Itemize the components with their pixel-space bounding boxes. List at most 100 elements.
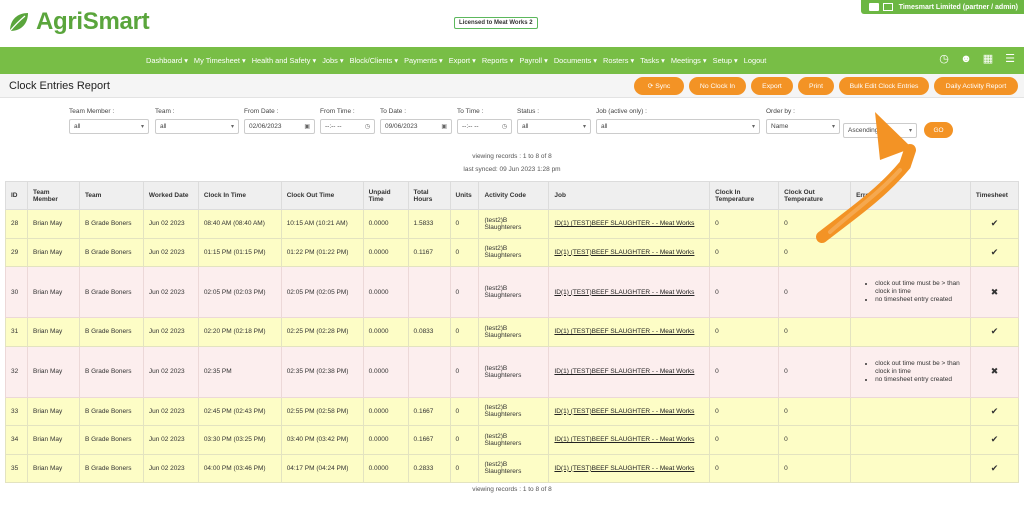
column-header: Timesheet xyxy=(969,181,1020,210)
cell-tout: 0 xyxy=(778,425,852,455)
column-header: Clock Out Temperature xyxy=(778,181,852,210)
calendar-icon: ▣ xyxy=(441,124,447,130)
cell-tin: 0 xyxy=(709,453,780,483)
cell-team: B Grade Boners xyxy=(78,396,144,426)
cell-activity: (test2)B Slaughterers xyxy=(478,396,550,426)
nav-item-health-and-safety[interactable]: Health and Safety ▾ xyxy=(252,56,317,65)
nav-item-documents[interactable]: Documents ▾ xyxy=(554,56,597,65)
print-button[interactable]: Print xyxy=(798,77,834,95)
users-icon[interactable]: ☻ xyxy=(960,53,972,65)
cell-job[interactable]: ID(1) (TEST)BEEF SLAUGHTER - - Meat Work… xyxy=(548,425,711,455)
cell-units: 0 xyxy=(449,237,480,267)
bulk-edit-clock-entries-button[interactable]: Bulk Edit Clock Entries xyxy=(839,77,929,95)
from-date-label: From Date : xyxy=(244,108,279,115)
table-row[interactable]: 28 Brian May B Grade Boners Jun 02 2023 08:4… xyxy=(5,209,1020,239)
chevron-down-icon: ▾ xyxy=(831,124,835,130)
clock-icon: ◷ xyxy=(501,124,507,130)
cell-tin: 0 xyxy=(709,425,780,455)
agrismart-logo[interactable]: AgriSmart xyxy=(6,8,150,36)
cell-total: 1.5833 xyxy=(407,209,451,239)
cell-tin: 0 xyxy=(709,396,780,426)
qr-icon[interactable]: ▦ xyxy=(982,53,994,65)
nav-item-my-timesheet[interactable]: My Timesheet ▾ xyxy=(194,56,246,65)
column-header: Team Member xyxy=(26,181,80,210)
nav-item-logout[interactable]: Logout xyxy=(744,56,767,65)
nav-item-reports[interactable]: Reports ▾ xyxy=(482,56,514,65)
company-badge[interactable]: Timesmart Limited (partner / admin) xyxy=(860,0,1024,14)
job-select[interactable]: all ▾ xyxy=(596,119,760,134)
cell-job[interactable]: ID(1) (TEST)BEEF SLAUGHTER - - Meat Work… xyxy=(548,317,711,347)
cell-job[interactable]: ID(1) (TEST)BEEF SLAUGHTER - - Meat Work… xyxy=(548,237,711,267)
cell-id: 34 xyxy=(5,425,28,455)
cell-date: Jun 02 2023 xyxy=(142,345,199,398)
order-direction-select[interactable]: Ascending ▾ xyxy=(843,123,917,138)
clock-icon[interactable]: ◷ xyxy=(938,53,950,65)
cell-job[interactable]: ID(1) (TEST)BEEF SLAUGHTER - - Meat Work… xyxy=(548,209,711,239)
table-row[interactable]: 30 Brian May B Grade Boners Jun 02 2023 02:0… xyxy=(5,266,1020,318)
to-time-input[interactable]: --:-- -- ◷ xyxy=(457,119,512,134)
job-label: Job (active only) : xyxy=(596,108,647,115)
nav-item-payments[interactable]: Payments ▾ xyxy=(404,56,443,65)
no-clock-in-button[interactable]: No Clock In xyxy=(689,77,746,95)
nav-item-export[interactable]: Export ▾ xyxy=(449,56,476,65)
go-button[interactable]: GO xyxy=(924,122,953,138)
cell-member: Brian May xyxy=(26,425,80,455)
check-icon: ✔ xyxy=(969,237,1020,267)
export-button[interactable]: Export xyxy=(751,77,793,95)
nav-item-meetings[interactable]: Meetings ▾ xyxy=(671,56,707,65)
cell-units: 0 xyxy=(449,453,480,483)
team-member-select[interactable]: all ▾ xyxy=(69,119,149,134)
envelope-icon[interactable] xyxy=(868,3,879,11)
error-item: no timesheet entry created xyxy=(875,296,965,304)
team-select[interactable]: all ▾ xyxy=(155,119,239,134)
team-label: Team : xyxy=(155,108,175,115)
cell-unpaid: 0.0000 xyxy=(362,345,409,398)
nav-item-rosters[interactable]: Rosters ▾ xyxy=(603,56,634,65)
chevron-down-icon: ▾ xyxy=(582,124,586,130)
cell-out: 10:15 AM (10:21 AM) xyxy=(280,209,364,239)
cell-out: 03:40 PM (03:42 PM) xyxy=(280,425,364,455)
cross-icon: ✖ xyxy=(969,266,1020,318)
nav-item-dashboard[interactable]: Dashboard ▾ xyxy=(146,56,188,65)
order-by-select[interactable]: Name ▾ xyxy=(766,119,840,134)
nav-item-jobs[interactable]: Jobs ▾ xyxy=(322,56,343,65)
check-icon: ✔ xyxy=(969,425,1020,455)
cell-errors xyxy=(850,209,971,239)
from-date-input[interactable]: 02/06/2023 ▣ xyxy=(244,119,315,134)
cell-member: Brian May xyxy=(26,237,80,267)
nav-item-setup[interactable]: Setup ▾ xyxy=(713,56,738,65)
table-row[interactable]: 33 Brian May B Grade Boners Jun 02 2023 02:4… xyxy=(5,396,1020,426)
cell-member: Brian May xyxy=(26,453,80,483)
table-row[interactable]: 32 Brian May B Grade Boners Jun 02 2023 02:3… xyxy=(5,345,1020,398)
cell-tin: 0 xyxy=(709,237,780,267)
daily-activity-report-button[interactable]: Daily Activity Report xyxy=(934,77,1018,95)
table-row[interactable]: 35 Brian May B Grade Boners Jun 02 2023 04:0… xyxy=(5,453,1020,483)
check-icon: ✔ xyxy=(969,317,1020,347)
from-time-input[interactable]: --:-- -- ◷ xyxy=(320,119,375,134)
cell-date: Jun 02 2023 xyxy=(142,453,199,483)
table-row[interactable]: 31 Brian May B Grade Boners Jun 02 2023 02:2… xyxy=(5,317,1020,347)
cell-job[interactable]: ID(1) (TEST)BEEF SLAUGHTER - - Meat Work… xyxy=(548,345,711,398)
table-row[interactable]: 29 Brian May B Grade Boners Jun 02 2023 01:1… xyxy=(5,237,1020,267)
cell-tout: 0 xyxy=(778,317,852,347)
cell-date: Jun 02 2023 xyxy=(142,266,199,318)
card-icon[interactable] xyxy=(882,3,893,11)
cell-units: 0 xyxy=(449,345,480,398)
nav-item-block-clients[interactable]: Block/Clients ▾ xyxy=(350,56,398,65)
to-date-input[interactable]: 09/06/2023 ▣ xyxy=(380,119,452,134)
table-row[interactable]: 34 Brian May B Grade Boners Jun 02 2023 03:3… xyxy=(5,425,1020,455)
check-icon: ✔ xyxy=(969,209,1020,239)
nav-item-payroll[interactable]: Payroll ▾ xyxy=(519,56,547,65)
cell-job[interactable]: ID(1) (TEST)BEEF SLAUGHTER - - Meat Work… xyxy=(548,266,711,318)
cell-team: B Grade Boners xyxy=(78,317,144,347)
cell-job[interactable]: ID(1) (TEST)BEEF SLAUGHTER - - Meat Work… xyxy=(548,396,711,426)
cell-job[interactable]: ID(1) (TEST)BEEF SLAUGHTER - - Meat Work… xyxy=(548,453,711,483)
status-select[interactable]: all ▾ xyxy=(517,119,591,134)
cell-tout: 0 xyxy=(778,345,852,398)
cell-team: B Grade Boners xyxy=(78,345,144,398)
menu-icon[interactable]: ☰ xyxy=(1004,53,1016,65)
nav-item-tasks[interactable]: Tasks ▾ xyxy=(640,56,665,65)
sync-button[interactable]: ⟳ Sync xyxy=(634,77,684,95)
main-nav: Dashboard ▾ My Timesheet ▾ Health and Safe… xyxy=(0,47,1024,74)
column-header: Clock In Temperature xyxy=(709,181,780,210)
